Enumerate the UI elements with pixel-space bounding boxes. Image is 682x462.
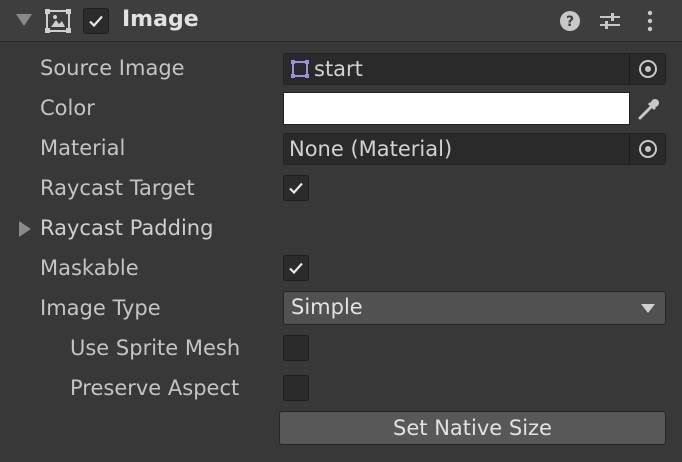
kebab-menu-icon[interactable] — [637, 8, 663, 34]
object-picker-icon[interactable] — [629, 54, 665, 84]
component-header: Image ? — [0, 0, 682, 42]
source-image-label: Source Image — [40, 56, 185, 80]
presets-sliders-icon[interactable] — [597, 8, 623, 34]
image-type-value: Simple — [291, 295, 363, 319]
maskable-label: Maskable — [40, 256, 139, 280]
material-value: None (Material) — [289, 137, 453, 161]
image-type-label: Image Type — [40, 296, 161, 320]
source-image-field[interactable]: start — [283, 53, 666, 85]
preserve-aspect-checkbox[interactable] — [283, 375, 309, 401]
raycast-padding-foldout[interactable]: Raycast Padding — [40, 216, 213, 240]
image-component-icon — [44, 8, 72, 34]
svg-text:?: ? — [566, 14, 574, 30]
use-sprite-mesh-label: Use Sprite Mesh — [70, 336, 241, 360]
source-image-value: start — [314, 57, 363, 81]
component-title: Image — [122, 7, 199, 32]
color-label: Color — [40, 96, 95, 120]
preserve-aspect-label: Preserve Aspect — [70, 376, 240, 400]
checkmark-icon — [289, 182, 303, 195]
checkmark-icon — [289, 262, 303, 275]
checkmark-icon — [89, 15, 103, 28]
color-swatch[interactable] — [283, 92, 630, 125]
set-native-size-button[interactable]: Set Native Size — [279, 411, 666, 445]
component-enabled-checkbox[interactable] — [83, 8, 109, 34]
sprite-icon — [290, 59, 310, 79]
foldout-arrow-icon[interactable] — [16, 14, 32, 26]
use-sprite-mesh-checkbox[interactable] — [283, 335, 309, 361]
material-field[interactable]: None (Material) — [283, 133, 666, 165]
material-label: Material — [40, 136, 126, 160]
eyedropper-icon[interactable] — [631, 92, 666, 125]
image-type-dropdown[interactable]: Simple — [283, 291, 666, 325]
raycast-target-checkbox[interactable] — [283, 175, 309, 201]
help-icon[interactable]: ? — [557, 8, 583, 34]
raycast-target-label: Raycast Target — [40, 176, 195, 200]
dropdown-arrow-icon — [641, 304, 655, 313]
maskable-checkbox[interactable] — [283, 255, 309, 281]
object-picker-icon[interactable] — [629, 134, 665, 164]
foldout-arrow-icon[interactable] — [19, 221, 31, 237]
